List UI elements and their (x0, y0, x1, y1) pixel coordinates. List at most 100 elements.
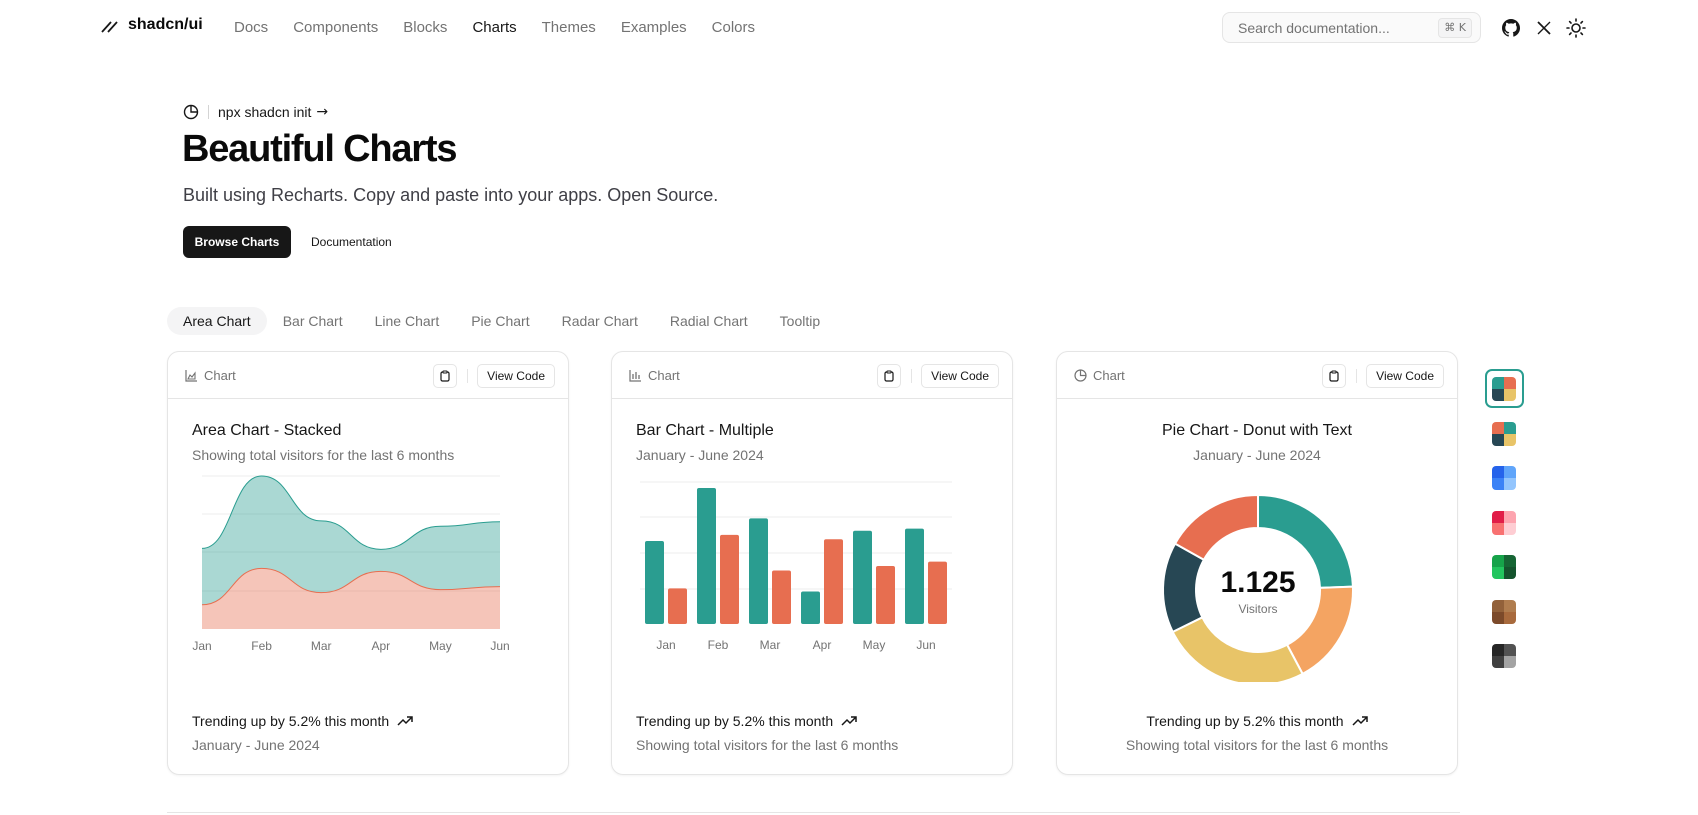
x-tick-label: Jun (490, 639, 509, 653)
swatch-color-cell (1492, 433, 1504, 446)
tab-radial-chart[interactable]: Radial Chart (654, 307, 764, 335)
theme-swatch[interactable] (1492, 510, 1516, 535)
nav-charts[interactable]: Charts (472, 19, 516, 36)
swatch-color-cell (1504, 389, 1516, 401)
trending-up-icon (397, 716, 413, 726)
nav-examples[interactable]: Examples (621, 19, 687, 36)
brand-name: shadcn/ui (128, 16, 203, 33)
swatch-color-cell (1492, 389, 1504, 401)
nav-themes[interactable]: Themes (542, 19, 596, 36)
pie-chart-card: Chart View Code Pie Chart - Donut with T… (1056, 351, 1458, 775)
trend-text: Trending up by 5.2% this month (192, 713, 390, 729)
arrow-right-icon: → (316, 104, 329, 120)
swatch-color-cell (1504, 478, 1516, 490)
chart-trend: Trending up by 5.2% this month (192, 713, 413, 729)
donut-chart: 1.125 Visitors (1162, 493, 1354, 682)
sun-icon[interactable] (1565, 17, 1587, 39)
tab-tooltip[interactable]: Tooltip (764, 307, 836, 335)
swatch-color-cell (1492, 611, 1504, 624)
page-title: Beautiful Charts (182, 128, 457, 170)
bar (824, 539, 843, 624)
trend-text: Trending up by 5.2% this month (636, 713, 834, 729)
bar (853, 530, 872, 624)
bar (876, 566, 895, 624)
main-nav: Docs Components Blocks Charts Themes Exa… (234, 19, 755, 36)
tab-radar-chart[interactable]: Radar Chart (546, 307, 654, 335)
center-label: Visitors (1238, 602, 1277, 616)
swatch-color-cell (1492, 555, 1504, 567)
x-tick-label: May (429, 639, 452, 653)
donut-slice (1285, 585, 1354, 676)
swatch-color-cell (1492, 599, 1504, 612)
site-header: shadcn/ui Docs Components Blocks Charts … (0, 0, 1698, 56)
nav-colors[interactable]: Colors (712, 19, 755, 36)
theme-swatch[interactable] (1492, 555, 1516, 579)
nav-blocks[interactable]: Blocks (403, 19, 447, 36)
chart-trend: Trending up by 5.2% this month (636, 713, 857, 729)
center-value: 1.125 (1220, 566, 1295, 599)
github-icon[interactable] (1500, 17, 1522, 39)
chart-range: January - June 2024 (192, 737, 320, 753)
search-placeholder: Search documentation... (1238, 20, 1390, 36)
bar-chart: Jan Feb Mar Apr May Jun (640, 481, 952, 652)
tab-pie-chart[interactable]: Pie Chart (455, 307, 545, 335)
x-tick-label: Jan (656, 638, 675, 652)
area-chart-card: Chart View Code Area Chart - Stacked Sho… (167, 351, 569, 775)
announcement-text: npx shadcn init (218, 104, 312, 120)
bar (697, 488, 716, 624)
chart-type-tabs: Area Chart Bar Chart Line Chart Pie Char… (167, 307, 836, 335)
bar (928, 561, 947, 624)
tab-area-chart[interactable]: Area Chart (167, 307, 267, 335)
swatch-color-cell (1504, 567, 1516, 579)
page-subtitle: Built using Recharts. Copy and paste int… (183, 185, 719, 205)
theme-swatch[interactable] (1492, 644, 1516, 668)
x-tick-label: Apr (371, 639, 390, 653)
swatch-color-cell (1504, 599, 1516, 612)
swatch-color-cell (1504, 421, 1516, 434)
x-tick-label: Mar (760, 638, 781, 652)
swatch-color-cell (1492, 466, 1504, 478)
x-twitter-icon[interactable] (1533, 17, 1555, 39)
x-tick-label: Jan (192, 639, 211, 653)
trending-up-icon (841, 716, 857, 726)
donut-slice (1171, 615, 1304, 682)
swatch-color-cell (1504, 644, 1516, 656)
slashes-icon (101, 21, 118, 33)
swatch-color-cell (1492, 644, 1504, 656)
swatch-color-cell (1504, 466, 1516, 478)
swatch-color-cell (1492, 522, 1504, 535)
swatch-color-cell (1492, 656, 1504, 668)
donut-slice (1173, 493, 1259, 562)
bar (905, 528, 924, 624)
nav-components[interactable]: Components (293, 19, 378, 36)
brand-logo[interactable]: shadcn/ui (100, 16, 203, 34)
swatch-color-cell (1504, 555, 1516, 567)
nav-docs[interactable]: Docs (234, 19, 268, 36)
theme-swatch[interactable] (1492, 421, 1516, 446)
pie-chart-icon (183, 104, 199, 120)
bar (720, 534, 739, 624)
bar (772, 570, 791, 624)
documentation-button[interactable]: Documentation (305, 226, 398, 258)
x-tick-label: May (863, 638, 886, 652)
announcement-link[interactable]: npx shadcn init → (183, 104, 328, 120)
swatch-color-cell (1504, 522, 1516, 535)
swatch-color-cell (1492, 478, 1504, 490)
swatch-color-cell (1504, 656, 1516, 668)
bar (749, 518, 768, 624)
chart-range: Showing total visitors for the last 6 mo… (636, 737, 899, 753)
search-input[interactable]: Search documentation... ⌘ K (1222, 12, 1481, 43)
tab-bar-chart[interactable]: Bar Chart (267, 307, 359, 335)
theme-swatch[interactable] (1492, 466, 1516, 490)
bar (668, 588, 687, 624)
tab-line-chart[interactable]: Line Chart (359, 307, 456, 335)
theme-swatch[interactable] (1492, 599, 1516, 624)
x-tick-label: Jun (916, 638, 935, 652)
chart-range: Showing total visitors for the last 6 mo… (1125, 737, 1389, 753)
theme-swatch[interactable] (1492, 377, 1516, 401)
bar (645, 541, 664, 624)
announcement-divider (208, 105, 209, 119)
bar-chart-card: Chart View Code Bar Chart - Multiple Jan… (611, 351, 1013, 775)
browse-charts-button[interactable]: Browse Charts (183, 226, 291, 258)
swatch-color-cell (1504, 611, 1516, 624)
